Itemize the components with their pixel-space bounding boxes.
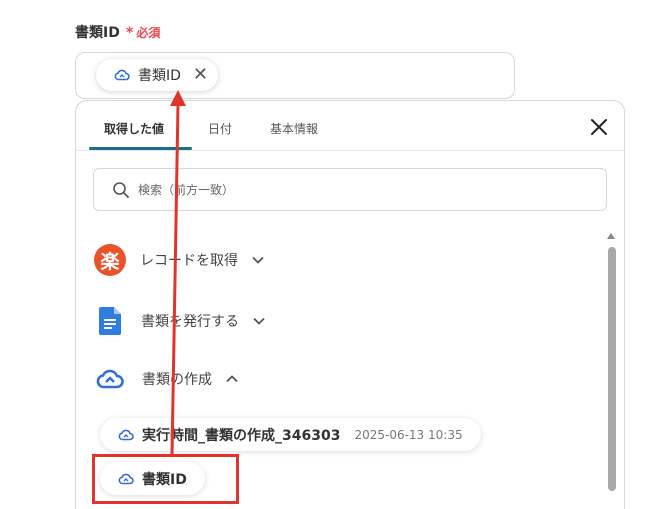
output-timestamp: 2025-06-13 10:35 bbox=[354, 427, 463, 442]
search-icon bbox=[113, 181, 129, 198]
selected-value-chip[interactable]: 書類ID ✕ bbox=[96, 59, 219, 91]
section-label: レコードを取得 bbox=[140, 253, 238, 269]
search-box[interactable] bbox=[93, 168, 607, 211]
tab-fetched-values[interactable]: 取得した値 bbox=[104, 120, 164, 137]
remove-chip-icon[interactable]: ✕ bbox=[193, 66, 208, 84]
annotation-highlight-box bbox=[92, 454, 239, 504]
field-label: 書類ID bbox=[75, 25, 120, 41]
section-label: 書類の作成 bbox=[142, 372, 212, 388]
section-create-document[interactable]: 書類の作成 bbox=[96, 368, 238, 390]
tab-bar: 取得した値 日付 基本情報 bbox=[76, 101, 624, 151]
google-docs-icon bbox=[99, 307, 121, 335]
scrollbar-thumb[interactable] bbox=[608, 247, 616, 491]
close-icon[interactable] bbox=[589, 117, 609, 137]
required-badge: * 必須 bbox=[126, 24, 160, 41]
output-label: 実行時間_書類の作成_346303 bbox=[142, 427, 341, 444]
search-input[interactable] bbox=[138, 182, 578, 197]
cloud-sync-icon bbox=[96, 369, 124, 389]
cloud-sync-icon bbox=[114, 69, 130, 81]
chevron-down-icon bbox=[252, 256, 264, 264]
output-item-execution-time[interactable]: 実行時間_書類の作成_346303 2025-06-13 10:35 bbox=[100, 418, 481, 451]
tab-basic-info[interactable]: 基本情報 bbox=[270, 120, 318, 137]
section-label: 書類を発行する bbox=[141, 314, 239, 330]
active-tab-indicator bbox=[89, 147, 192, 150]
chevron-down-icon bbox=[253, 317, 265, 325]
section-issue-document[interactable]: 書類を発行する bbox=[99, 307, 265, 335]
selected-chip-label: 書類ID bbox=[138, 68, 181, 84]
required-label: 必須 bbox=[136, 26, 161, 40]
scroll-up-arrow[interactable] bbox=[607, 233, 615, 239]
tab-date[interactable]: 日付 bbox=[208, 120, 232, 137]
rakuten-icon: 楽 bbox=[94, 244, 126, 276]
chevron-up-icon bbox=[226, 375, 238, 383]
required-mark: * bbox=[126, 25, 134, 41]
cloud-sync-icon bbox=[118, 429, 134, 440]
section-get-record[interactable]: 楽 レコードを取得 bbox=[94, 244, 264, 276]
